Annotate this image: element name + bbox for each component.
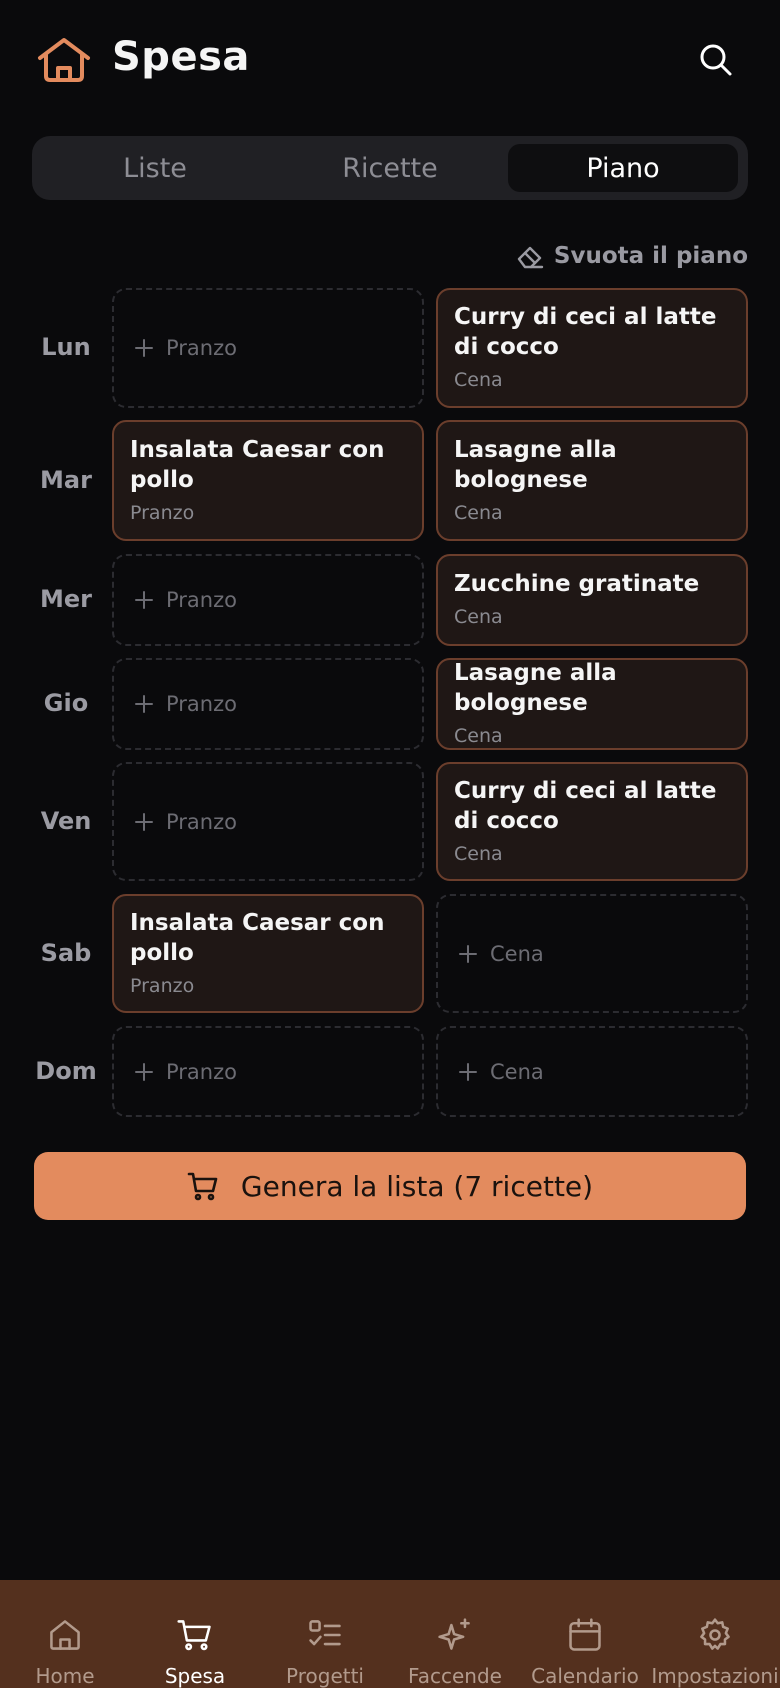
- recipe-name: Lasagne alla bolognese: [454, 436, 617, 493]
- add-meal-slot-lunch[interactable]: Pranzo: [112, 762, 424, 881]
- page-title: Spesa: [112, 34, 250, 80]
- add-meal-slot-lunch[interactable]: Pranzo: [112, 1026, 424, 1117]
- nav-item-home[interactable]: Home: [0, 1580, 130, 1688]
- bottom-nav: Home Spesa Progetti Faccende Calendario …: [0, 1580, 780, 1688]
- nav-label: Progetti: [286, 1664, 364, 1688]
- add-meal-slot-dinner[interactable]: Cena: [436, 1026, 748, 1117]
- add-meal-label: Cena: [490, 941, 544, 966]
- meal-type: Cena: [454, 842, 503, 865]
- day-label: Ven: [40, 806, 92, 835]
- recipe-name: Zucchine gratinate: [454, 571, 700, 597]
- recipe-name: Lasagne alla bolognese: [454, 660, 617, 716]
- recipe-name: Curry di ceci al latte di cocco: [454, 777, 717, 834]
- plus-icon: [135, 591, 153, 609]
- meal-slot-dinner[interactable]: Curry di ceci al latte di cocco Cena: [436, 762, 748, 881]
- nav-label: Home: [35, 1664, 95, 1688]
- nav-label: Calendario: [531, 1664, 639, 1688]
- add-meal-label: Cena: [490, 1059, 544, 1084]
- home-icon: [50, 1620, 80, 1650]
- tab-liste[interactable]: Liste: [40, 144, 270, 192]
- segmented-tabs: Liste Ricette Piano: [32, 136, 748, 200]
- meal-slot-lunch[interactable]: Insalata Caesar con pollo Pranzo: [112, 420, 424, 541]
- plus-icon: [135, 339, 153, 357]
- add-meal-label: Pranzo: [166, 588, 237, 612]
- tab-ricette[interactable]: Ricette: [275, 144, 505, 192]
- meal-slot-lunch[interactable]: Insalata Caesar con pollo Pranzo: [112, 894, 424, 1013]
- checklist-icon: [309, 1620, 341, 1646]
- nav-item-calendario[interactable]: Calendario: [520, 1580, 650, 1688]
- plus-icon: [135, 812, 153, 831]
- add-meal-label: Pranzo: [166, 336, 237, 360]
- recipe-name: Curry di ceci al latte di cocco: [454, 304, 717, 360]
- meal-type: Cena: [454, 606, 503, 628]
- add-meal-slot-dinner[interactable]: Cena: [436, 894, 748, 1013]
- plus-icon: [459, 1062, 477, 1081]
- meal-type: Pranzo: [130, 974, 195, 997]
- cart-icon: [177, 1620, 211, 1651]
- sparkles-icon: [438, 1618, 470, 1650]
- eraser-icon: [517, 246, 544, 269]
- meal-type: Cena: [454, 501, 503, 524]
- clear-plan-label: Svuota il piano: [553, 243, 748, 269]
- gear-icon: [700, 1618, 730, 1650]
- generate-list-button[interactable]: Genera la lista (7 ricette): [34, 1152, 746, 1220]
- home-icon: [38, 38, 90, 82]
- nav-item-spesa[interactable]: Spesa: [130, 1580, 260, 1688]
- add-meal-slot-lunch[interactable]: Pranzo: [112, 288, 424, 408]
- add-meal-slot-lunch[interactable]: Pranzo: [112, 554, 424, 646]
- nav-label: Faccende: [408, 1664, 502, 1688]
- add-meal-label: Pranzo: [166, 692, 237, 716]
- meal-slot-dinner[interactable]: Lasagne alla bolognese Cena: [436, 658, 748, 750]
- calendar-icon: [569, 1618, 601, 1651]
- app-header: Spesa: [0, 0, 780, 120]
- plus-icon: [459, 944, 477, 963]
- meal-type: Cena: [454, 369, 503, 391]
- meal-slot-dinner[interactable]: Lasagne alla bolognese Cena: [436, 420, 748, 541]
- day-label: Dom: [35, 1056, 97, 1085]
- meal-slot-dinner[interactable]: Curry di ceci al latte di cocco Cena: [436, 288, 748, 408]
- clear-plan-button[interactable]: Svuota il piano: [516, 238, 748, 274]
- generate-list-label: Genera la lista (7 ricette): [240, 1169, 594, 1203]
- plus-icon: [135, 1062, 153, 1081]
- add-meal-label: Pranzo: [166, 809, 237, 834]
- nav-item-faccende[interactable]: Faccende: [390, 1580, 520, 1688]
- recipe-name: Insalata Caesar con pollo: [130, 436, 385, 493]
- recipe-name: Insalata Caesar con pollo: [130, 909, 385, 966]
- meal-type: Cena: [454, 725, 503, 747]
- add-meal-slot-lunch[interactable]: Pranzo: [112, 658, 424, 750]
- search-icon[interactable]: [696, 40, 736, 80]
- tab-piano[interactable]: Piano: [508, 144, 738, 192]
- day-label: Mer: [40, 585, 92, 613]
- day-label: Lun: [41, 333, 91, 361]
- add-meal-label: Pranzo: [166, 1059, 237, 1084]
- nav-label: Spesa: [164, 1664, 226, 1688]
- day-label: Sab: [40, 938, 92, 967]
- nav-item-progetti[interactable]: Progetti: [260, 1580, 390, 1688]
- nav-item-impostazioni[interactable]: Impostazioni: [650, 1580, 780, 1688]
- nav-label: Impostazioni: [651, 1664, 779, 1688]
- meal-slot-dinner[interactable]: Zucchine gratinate Cena: [436, 554, 748, 646]
- cart-icon: [187, 1172, 218, 1201]
- plus-icon: [135, 695, 153, 713]
- day-label: Gio: [43, 689, 89, 717]
- day-label: Mar: [40, 465, 92, 494]
- meal-type: Pranzo: [130, 501, 195, 524]
